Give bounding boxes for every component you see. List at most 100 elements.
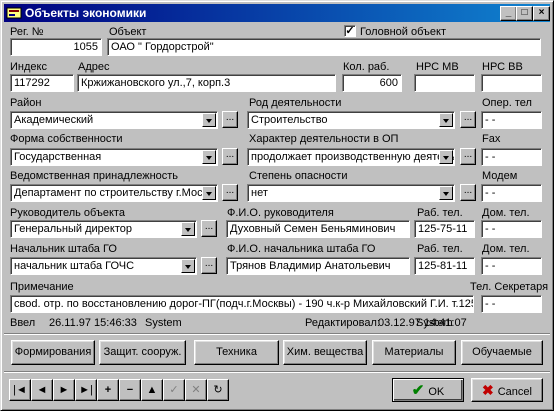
op-character-value: продолжает производственную деятель xyxy=(251,151,455,163)
app-icon xyxy=(6,7,22,19)
go-chief-combo[interactable]: начальник штаба ГОЧС xyxy=(10,257,197,275)
go-home-tel-label: Дом. тел. xyxy=(482,243,530,255)
oper-tel-field[interactable]: - - xyxy=(481,111,542,129)
note-field[interactable]: своd. отр. по восстановлению дорог-ПГ(по… xyxy=(10,295,474,313)
training-button[interactable]: Обучаемые xyxy=(461,340,543,365)
maximize-button[interactable]: □ xyxy=(516,6,533,21)
chevron-down-icon[interactable] xyxy=(439,113,453,127)
equipment-button[interactable]: Техника xyxy=(194,340,279,365)
object-label: Объект xyxy=(109,26,147,38)
danger-label: Степень опасности xyxy=(249,170,348,182)
index-field[interactable]: 117292 xyxy=(10,74,74,92)
main-object-checkbox[interactable]: ✓ xyxy=(344,25,356,37)
address-field[interactable]: Кржижановского ул.,7, корп.3 xyxy=(77,74,336,92)
x-icon: ✖ xyxy=(482,382,494,398)
go-chief-name-label: Ф.И.О. начальника штаба ГО xyxy=(227,243,376,255)
ok-label: OK xyxy=(428,386,445,398)
head-name-field[interactable]: Духовный Семен Беньяминович xyxy=(226,220,410,238)
head-home-tel-field[interactable]: - - xyxy=(481,220,542,238)
op-character-label: Характер деятельности в ОП xyxy=(249,133,399,145)
district-combo[interactable]: Академический xyxy=(10,111,218,129)
shelters-button[interactable]: Защит. сооруж. xyxy=(99,340,186,365)
district-value: Академический xyxy=(14,114,94,126)
fax-field[interactable]: - - xyxy=(481,148,542,166)
go-chief-lookup-button[interactable]: ... xyxy=(201,257,217,274)
edit-record-icon[interactable]: ▲ xyxy=(141,379,163,401)
nrs-mv-label: НРС МВ xyxy=(416,61,459,73)
head-work-tel-field[interactable]: 125-75-11 xyxy=(414,220,475,238)
entered-date: 26.11.97 15:46:33 xyxy=(49,317,137,329)
edited-by: System xyxy=(416,317,453,329)
activity-combo[interactable]: Строительство xyxy=(247,111,455,129)
index-label: Индекс xyxy=(10,61,47,73)
note-label: Примечание xyxy=(10,281,74,293)
sec-tel-field[interactable]: - - xyxy=(481,295,542,313)
last-record-icon[interactable]: ►| xyxy=(75,379,97,401)
modem-field[interactable]: - - xyxy=(481,184,542,202)
chevron-down-icon[interactable] xyxy=(202,186,216,200)
sec-tel-label: Тел. Секретаря xyxy=(470,281,549,293)
head-home-tel-label: Дом. тел. xyxy=(482,207,530,219)
address-label: Адрес xyxy=(78,61,110,73)
department-label: Ведомственная принадлежность xyxy=(10,170,179,182)
chevron-down-icon[interactable] xyxy=(439,150,453,164)
reg-no-label: Рег. № xyxy=(10,26,44,38)
nrs-mv-field[interactable] xyxy=(414,74,475,92)
head-label: Руководитель объекта xyxy=(10,207,125,219)
next-record-icon[interactable]: ► xyxy=(53,379,75,401)
entered-label: Ввел xyxy=(10,317,36,329)
go-chief-name-field[interactable]: Трянов Владимир Анатольевич xyxy=(226,257,410,275)
chevron-down-icon[interactable] xyxy=(181,222,195,236)
chemicals-button[interactable]: Хим. вещества xyxy=(283,340,367,365)
district-lookup-button[interactable]: ... xyxy=(222,111,238,128)
nrs-vv-field[interactable] xyxy=(481,74,542,92)
reg-no-field[interactable]: 1055 xyxy=(10,38,102,56)
go-home-tel-field[interactable]: - - xyxy=(481,257,542,275)
head-lookup-button[interactable]: ... xyxy=(201,220,217,237)
head-work-tel-label: Раб. тел. xyxy=(417,207,463,219)
nrs-vv-label: НРС ВВ xyxy=(482,61,523,73)
cancel-edit-icon[interactable]: ✕ xyxy=(185,379,207,401)
record-navigator: |◄ ◄ ► ►| + − ▲ ✓ ✕ ↻ xyxy=(9,379,233,401)
edited-label: Редактировал: xyxy=(305,317,380,329)
go-work-tel-field[interactable]: 125-81-11 xyxy=(414,257,475,275)
formations-button[interactable]: Формирования xyxy=(11,340,95,365)
ownership-lookup-button[interactable]: ... xyxy=(222,148,238,165)
ok-button[interactable]: ✔ OK xyxy=(392,378,464,402)
materials-button[interactable]: Материалы xyxy=(372,340,456,365)
department-value: Департамент по строительству г.Москв xyxy=(14,187,214,199)
insert-record-icon[interactable]: + xyxy=(97,379,119,401)
op-character-combo[interactable]: продолжает производственную деятель xyxy=(247,148,455,166)
op-character-lookup-button[interactable]: ... xyxy=(460,148,476,165)
danger-lookup-button[interactable]: ... xyxy=(460,184,476,201)
refresh-icon[interactable]: ↻ xyxy=(207,379,229,401)
workers-field[interactable]: 600 xyxy=(342,74,402,92)
head-combo[interactable]: Генеральный директор xyxy=(10,220,197,238)
ownership-value: Государственная xyxy=(14,151,102,163)
close-button[interactable]: × xyxy=(533,6,550,21)
activity-label: Род деятельности xyxy=(249,97,342,109)
chevron-down-icon[interactable] xyxy=(202,113,216,127)
chevron-down-icon[interactable] xyxy=(439,186,453,200)
object-field[interactable]: ОАО " Гордорстрой" xyxy=(107,38,541,56)
danger-value: нет xyxy=(251,187,268,199)
department-lookup-button[interactable]: ... xyxy=(222,184,238,201)
title-bar[interactable]: Объекты экономики _ □ × xyxy=(4,4,550,22)
go-chief-value: начальник штаба ГОЧС xyxy=(14,260,135,272)
minimize-button[interactable]: _ xyxy=(500,6,517,21)
cancel-button[interactable]: ✖ Cancel xyxy=(471,378,543,402)
first-record-icon[interactable]: |◄ xyxy=(9,379,31,401)
department-combo[interactable]: Департамент по строительству г.Москв xyxy=(10,184,218,202)
ownership-combo[interactable]: Государственная xyxy=(10,148,218,166)
danger-combo[interactable]: нет xyxy=(247,184,455,202)
prior-record-icon[interactable]: ◄ xyxy=(31,379,53,401)
post-record-icon[interactable]: ✓ xyxy=(163,379,185,401)
activity-lookup-button[interactable]: ... xyxy=(460,111,476,128)
delete-record-icon[interactable]: − xyxy=(119,379,141,401)
main-window: Объекты экономики _ □ × Рег. № Объект ✓ … xyxy=(0,0,554,411)
window-title: Объекты экономики xyxy=(25,6,147,20)
fax-label: Fax xyxy=(482,133,501,145)
chevron-down-icon[interactable] xyxy=(181,259,195,273)
district-label: Район xyxy=(10,97,42,109)
chevron-down-icon[interactable] xyxy=(202,150,216,164)
